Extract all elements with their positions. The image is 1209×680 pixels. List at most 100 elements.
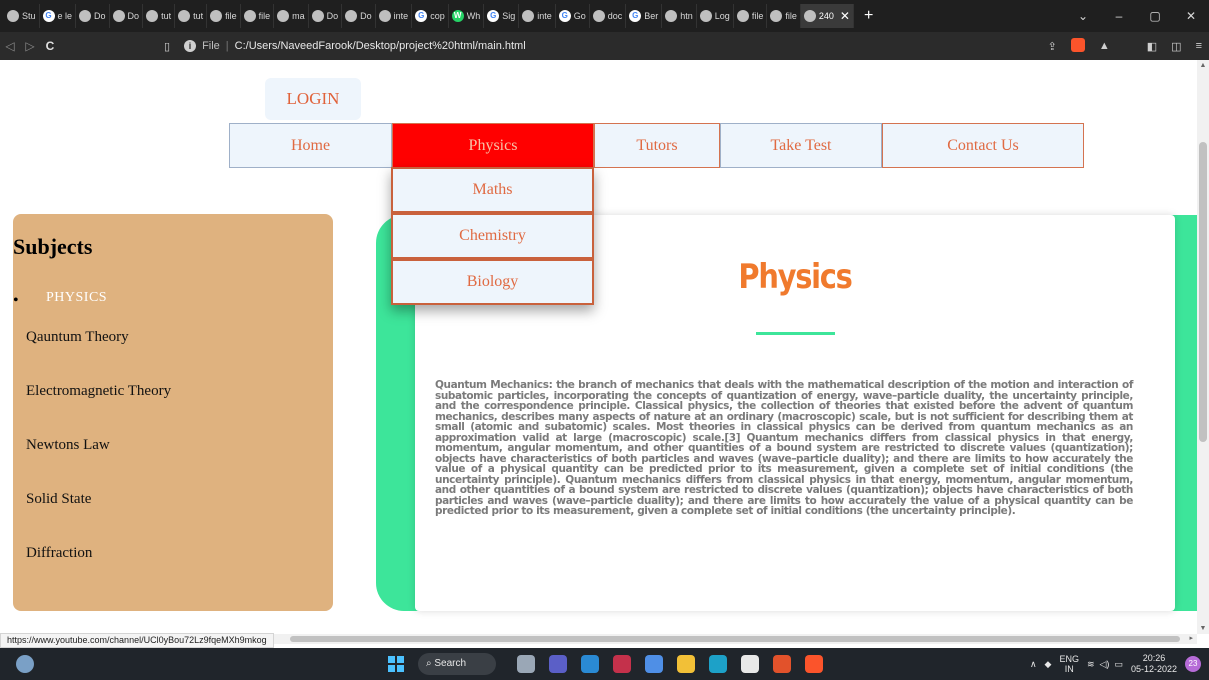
chrome-canary-icon[interactable]	[581, 655, 599, 673]
git-icon[interactable]	[773, 655, 791, 673]
file-explorer-icon[interactable]	[677, 655, 695, 673]
chat-icon[interactable]	[549, 655, 567, 673]
clock-date: 05-12-2022	[1130, 664, 1177, 674]
brave-shield-icon[interactable]	[1070, 37, 1085, 55]
show-hidden-icons-icon[interactable]: ∧	[1030, 659, 1037, 670]
browser-tab-label: Sig	[502, 11, 516, 21]
horizontal-scroll-thumb[interactable]	[290, 636, 1180, 642]
globe-icon	[345, 10, 358, 22]
menu-icon[interactable]: ≡	[1196, 40, 1202, 52]
browser-tab[interactable]: tut	[143, 4, 176, 28]
weather-widget-icon[interactable]	[16, 655, 34, 673]
browser-tab[interactable]: file	[734, 4, 768, 28]
sidebar-link-newtons-law[interactable]: Newtons Law	[26, 437, 110, 454]
browser-tab[interactable]: Do	[76, 4, 110, 28]
browser-tab[interactable]: Stu	[4, 4, 40, 28]
browser-tab[interactable]: 240 ✕	[800, 4, 854, 28]
google-icon: G	[42, 10, 55, 22]
scroll-up-icon[interactable]: ▲	[1197, 62, 1209, 69]
start-icon[interactable]	[388, 656, 404, 672]
whatsapp-icon: W	[451, 10, 464, 22]
wifi-icon[interactable]: ≋	[1087, 659, 1095, 670]
status-link-preview: https://www.youtube.com/channel/UCl0yBou…	[0, 633, 274, 648]
browser-tab[interactable]: G Ber	[626, 4, 663, 28]
volume-icon[interactable]: ◁)	[1100, 659, 1110, 670]
browser-tab-label: inte	[393, 11, 409, 21]
globe-icon	[311, 10, 324, 22]
rewards-icon[interactable]: ▲	[1099, 40, 1110, 52]
nav-contact-us[interactable]: Contact Us	[882, 123, 1084, 168]
browser-tab-label: Do	[360, 11, 372, 21]
sidebar-link-diffraction[interactable]: Diffraction	[26, 545, 92, 562]
web-page: LOGIN Home Physics Tutors Take Test Cont…	[0, 60, 1197, 634]
globe-icon	[210, 10, 223, 22]
taskbar-search[interactable]: ⌕ Search	[418, 653, 496, 675]
browser-tab-label: Wh	[466, 11, 481, 21]
browser-tab[interactable]: file	[767, 4, 801, 28]
clock[interactable]: 20:26 05-12-2022	[1131, 653, 1177, 675]
bookmark-icon[interactable]: ▯	[164, 40, 170, 53]
browser-tab[interactable]: W Wh	[449, 4, 485, 28]
url-input[interactable]: C:/Users/NaveedFarook/Desktop/project%20…	[235, 40, 526, 52]
browser-tab[interactable]: ma	[274, 4, 309, 28]
scroll-down-icon[interactable]: ▼	[1197, 625, 1209, 632]
new-tab-button[interactable]: +	[864, 7, 873, 25]
minimize-icon[interactable]: –	[1101, 9, 1137, 23]
browser-tab[interactable]: htn	[662, 4, 697, 28]
browser-tab[interactable]: file	[241, 4, 275, 28]
login-button[interactable]: LOGIN	[265, 78, 361, 120]
browser-tab[interactable]: Do	[309, 4, 343, 28]
browser-tab[interactable]: Gcop	[412, 4, 449, 28]
restore-icon[interactable]: ▢	[1137, 9, 1173, 23]
browser-tab[interactable]: Ge le	[40, 4, 77, 28]
dropdown-item-biology[interactable]: Biology	[391, 259, 594, 305]
dropdown-item-chemistry[interactable]: Chemistry	[391, 213, 594, 259]
nav-home[interactable]: Home	[229, 123, 392, 168]
tray-app-icon[interactable]: ◆	[1045, 659, 1052, 670]
info-icon[interactable]: i	[184, 40, 197, 52]
sidebar-link-quantum-theory[interactable]: Qauntum Theory	[26, 329, 129, 346]
vertical-scrollbar[interactable]: ▲ ▼	[1197, 60, 1209, 634]
nav-tutors[interactable]: Tutors	[594, 123, 720, 168]
browser-tab[interactable]: tut	[175, 4, 208, 28]
browser-tab[interactable]: doc	[590, 4, 627, 28]
mcafee-icon[interactable]	[613, 655, 631, 673]
browser-tab-bar: Stu Ge le Do Do tut tut file file ma Do Do inte Gcop…	[0, 0, 1209, 32]
close-window-icon[interactable]: ✕	[1173, 9, 1209, 23]
browser-tab[interactable]: Do	[342, 4, 376, 28]
scroll-right-icon[interactable]: ▸	[1189, 634, 1193, 642]
browser-tab[interactable]: G Sig	[484, 4, 520, 28]
sidebar-link-electromagnetic-theory[interactable]: Electromagnetic Theory	[26, 383, 171, 400]
notification-badge[interactable]: 23	[1185, 656, 1201, 672]
browser-tab[interactable]: inte	[376, 4, 413, 28]
browser-tab[interactable]: inte	[519, 4, 556, 28]
brave-icon[interactable]	[805, 655, 823, 673]
sidebar-link-solid-state[interactable]: Solid State	[26, 491, 91, 508]
nav-physics[interactable]: Physics	[392, 123, 594, 168]
tab-search-icon[interactable]: ⌄	[1065, 9, 1101, 23]
back-icon[interactable]: ◁	[0, 39, 20, 53]
content-body: Quantum Mechanics: the branch of mechani…	[435, 379, 1133, 517]
globe-icon	[79, 10, 92, 22]
browser-tab[interactable]: Log	[697, 4, 734, 28]
globe-icon	[378, 10, 391, 22]
task-view-icon[interactable]	[517, 655, 535, 673]
close-tab-icon[interactable]: ✕	[840, 9, 850, 23]
language-indicator[interactable]: ENG IN	[1059, 654, 1079, 674]
nav-take-test[interactable]: Take Test	[720, 123, 882, 168]
vertical-scroll-thumb[interactable]	[1199, 142, 1207, 442]
reload-icon[interactable]: C	[40, 39, 60, 53]
globe-icon	[178, 10, 191, 22]
browser-tab[interactable]: Do	[110, 4, 144, 28]
edge-icon[interactable]	[709, 655, 727, 673]
notepad-icon[interactable]	[741, 655, 759, 673]
forward-icon[interactable]: ▷	[20, 39, 40, 53]
browser-tab[interactable]: G Go	[556, 4, 590, 28]
sidebar-toggle-icon[interactable]: ◧	[1147, 40, 1157, 53]
share-icon[interactable]: ⇪	[1048, 40, 1057, 53]
dropdown-item-maths[interactable]: Maths	[391, 167, 594, 213]
copilot-icon[interactable]	[645, 655, 663, 673]
browser-tab[interactable]: file	[207, 4, 241, 28]
wallet-icon[interactable]: ◫	[1171, 40, 1181, 53]
battery-icon[interactable]: ▭	[1114, 659, 1123, 670]
